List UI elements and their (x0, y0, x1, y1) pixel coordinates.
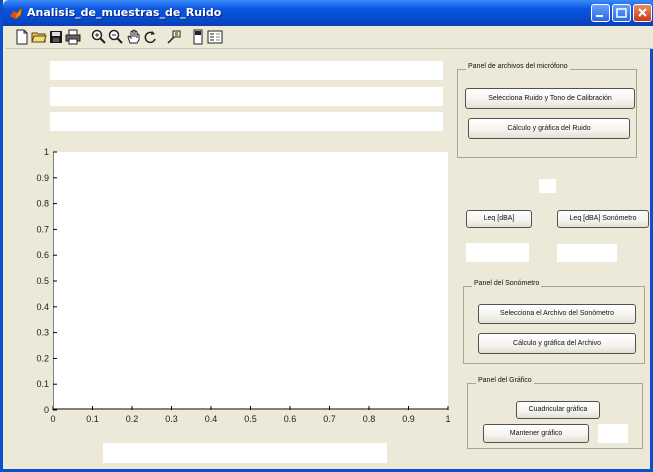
y-tick-label: 0.4 (36, 302, 49, 312)
select-noise-button[interactable]: Selecciona Ruido y Tono de Calibración (465, 88, 635, 109)
leq-value-field[interactable] (466, 243, 529, 262)
microphone-panel: Panel de archivos del micrófono (457, 63, 637, 158)
y-tick-label: 0.9 (36, 173, 49, 183)
leq-sonometer-value-field[interactable] (557, 244, 617, 262)
hold-chart-button[interactable]: Mantener gráfico (483, 424, 589, 443)
grid-chart-button[interactable]: Cuadricular gráfica (516, 401, 600, 419)
y-tick-label: 1 (44, 147, 49, 157)
y-tick-label: 0.5 (36, 276, 49, 286)
y-tick-label: 0.3 (36, 328, 49, 338)
x-tick-label: 0.1 (86, 414, 99, 424)
y-tick-label: 0.7 (36, 224, 49, 234)
y-tick-label: 0.1 (36, 379, 49, 389)
x-tick-label: 0.4 (205, 414, 218, 424)
bottom-text-field[interactable] (103, 443, 387, 463)
y-tick-label: 0.8 (36, 199, 49, 209)
microphone-panel-title: Panel de archivos del micrófono (466, 63, 570, 70)
x-tick-label: 0.5 (244, 414, 257, 424)
x-tick-label: 0 (50, 414, 55, 424)
x-tick-label: 0.6 (284, 414, 297, 424)
x-tick-label: 0.9 (402, 414, 415, 424)
app-window: Analisis_de_muestras_de_Ruido 0 0.1 0.2 0.3… (0, 0, 653, 472)
y-tick-label: 0.6 (36, 250, 49, 260)
leq-sonometer-button[interactable]: Leq [dBA] Sonómetro (557, 210, 649, 228)
calc-sonometer-button[interactable]: Cálculo y gráfica del Archivo (478, 333, 636, 354)
y-tick-label: 0 (44, 405, 49, 415)
x-tick-label: 1 (445, 414, 450, 424)
chart-panel-title: Panel del Gráfico (476, 377, 534, 384)
x-tick-label: 0.2 (126, 414, 139, 424)
calc-noise-button[interactable]: Cálculo y gráfica del Ruido (468, 118, 630, 139)
hold-value-field[interactable] (598, 424, 628, 443)
small-value-field[interactable] (539, 179, 556, 193)
x-tick-label: 0.3 (165, 414, 178, 424)
select-sonometer-file-button[interactable]: Selecciona el Archivo del Sonómetro (478, 304, 636, 324)
x-tick-label: 0.8 (363, 414, 376, 424)
leq-button[interactable]: Leq [dBA] (466, 210, 532, 228)
y-tick-label: 0.2 (36, 353, 49, 363)
sonometer-panel-title: Panel del Sonómetro (472, 280, 542, 287)
x-tick-label: 0.7 (323, 414, 336, 424)
